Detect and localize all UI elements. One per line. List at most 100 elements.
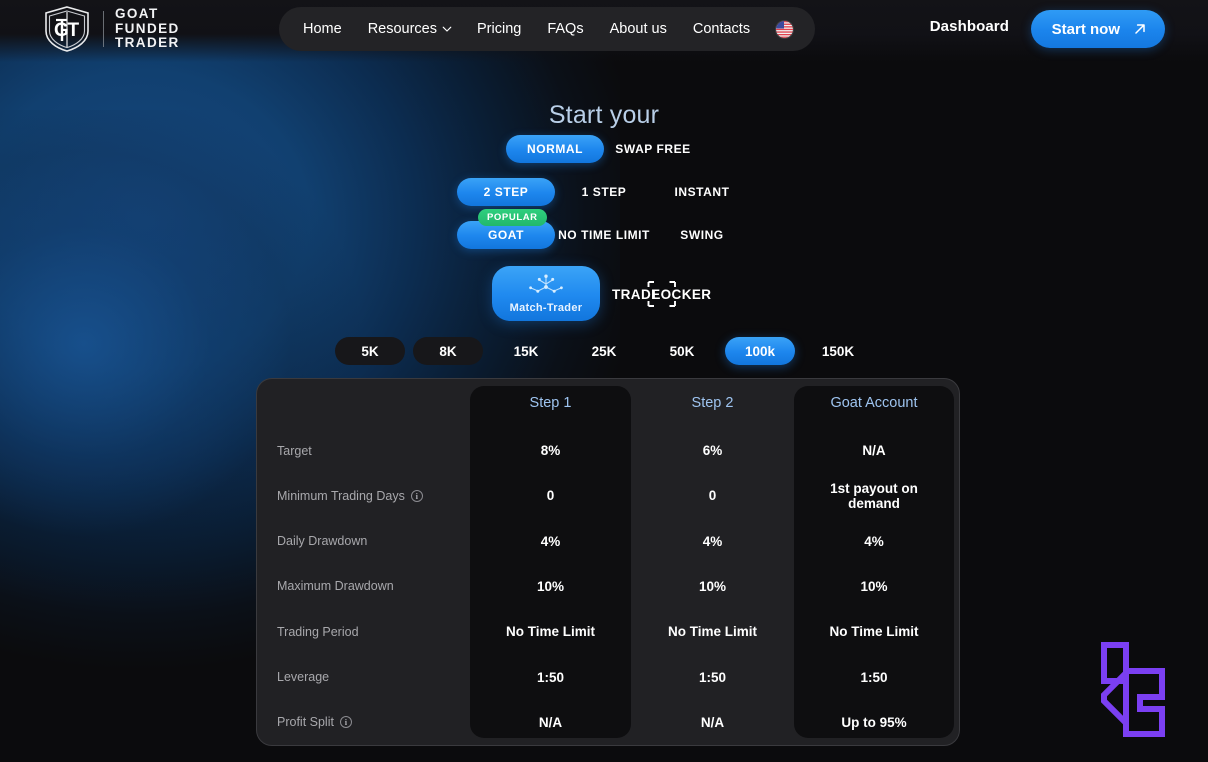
table-row: Daily Drawdown 4% 4% 4% [257, 519, 959, 564]
account-type-option-swap-free[interactable]: SWAP FREE [604, 135, 702, 163]
cell-min-days-step-1: 0 [546, 488, 555, 504]
svg-text:LOCKER: LOCKER [652, 287, 711, 302]
cell-max-dd-goat: 10% [860, 578, 888, 594]
nav-item-resources[interactable]: Resources [367, 21, 452, 37]
steps-option-1-step[interactable]: 1 STEP [555, 178, 653, 206]
cell-daily-dd-step-2: 4% [702, 533, 723, 549]
cell-profit-split-step-2: N/A [700, 714, 725, 730]
row-label-text: Profit Split [277, 715, 334, 730]
table-row: Maximum Drawdown 10% 10% 10% [257, 564, 959, 609]
cell-target-step-2: 6% [702, 443, 723, 459]
row-label-maximum-drawdown: Maximum Drawdown [257, 579, 470, 593]
plan-selector: GOAT NO TIME LIMIT SWING [0, 221, 1208, 249]
brand-logo[interactable]: G T GOAT FUNDED TRADER [42, 5, 180, 53]
row-label-text: Leverage [277, 670, 330, 685]
cell-min-days-goat: 1st payout on demand [830, 480, 918, 511]
nav-item-faqs[interactable]: FAQs [547, 21, 583, 37]
row-label-daily-drawdown: Daily Drawdown [257, 534, 470, 548]
table-row: Leverage 1:50 1:50 1:50 [257, 654, 959, 699]
cell-target-goat: N/A [862, 443, 886, 459]
start-now-label: Start now [1051, 20, 1120, 38]
nav-item-pricing[interactable]: Pricing [477, 21, 521, 37]
plan-option-swing[interactable]: SWING [653, 221, 751, 249]
header-cell-step-2: Step 2 [691, 395, 734, 411]
nav-label: Home [303, 21, 342, 37]
page-title: Start your [548, 101, 660, 129]
arrow-up-right-icon [1133, 22, 1147, 36]
header-cell-goat-account: Goat Account [830, 395, 918, 411]
row-label-text: Target [277, 443, 312, 458]
nav-label: FAQs [547, 21, 584, 37]
info-icon[interactable]: i [410, 489, 423, 502]
match-trader-icon [526, 273, 566, 300]
challenge-steps-selector: 2 STEP 1 STEP INSTANT [0, 178, 1208, 206]
nav-item-contacts[interactable]: Contacts [693, 21, 750, 37]
gft-shield-logo-icon: G T [42, 5, 92, 53]
size-option-150k[interactable]: 150K [803, 337, 873, 365]
cell-profit-split-goat: Up to 95% [841, 714, 907, 730]
brand-name: GOAT FUNDED TRADER [115, 6, 180, 51]
tradelocker-icon: TRADE LOCKER [612, 277, 712, 311]
cell-period-step-1: No Time Limit [505, 624, 595, 640]
nav-label: Contacts [692, 21, 751, 37]
platform-option-match-trader[interactable]: Match-Trader [492, 266, 600, 321]
row-label-trading-period: Trading Period [257, 625, 470, 639]
cell-target-step-1: 8% [540, 443, 561, 459]
size-option-100k[interactable]: 100k [725, 337, 795, 365]
account-type-selector: NORMAL SWAP FREE [0, 135, 1208, 163]
row-label-profit-split: Profit Split i [257, 715, 470, 729]
row-label-text: Daily Drawdown [277, 534, 368, 549]
cell-period-step-2: No Time Limit [667, 624, 757, 640]
steps-option-instant[interactable]: INSTANT [653, 178, 751, 206]
table-row: Target 8% 6% N/A [257, 428, 959, 473]
site-header: G T GOAT FUNDED TRADER Home Resources Pr [0, 0, 1208, 57]
cell-leverage-step-1: 1:50 [536, 669, 565, 685]
cell-profit-split-step-1: N/A [538, 714, 563, 730]
nav-label: Resources [367, 21, 437, 37]
platform-selector: Match-Trader TRADE LOCKER [0, 266, 1208, 321]
svg-text:T: T [68, 20, 80, 41]
nav-label: About us [609, 21, 667, 37]
platform-label: Match-Trader [509, 302, 583, 314]
nav-item-about-us[interactable]: About us [610, 21, 667, 37]
row-label-target: Target [257, 444, 470, 458]
steps-option-2-step[interactable]: 2 STEP [457, 178, 555, 206]
start-now-button[interactable]: Start now [1030, 10, 1165, 48]
main-navigation: Home Resources Pricing FAQs About us Con… [279, 7, 816, 51]
cell-daily-dd-goat: 4% [864, 533, 884, 549]
us-flag-icon[interactable] [776, 20, 794, 38]
row-label-minimum-trading-days: Minimum Trading Days i [257, 489, 470, 503]
table-row: Minimum Trading Days i 0 0 1st payout on… [257, 473, 959, 518]
platform-option-tradelocker[interactable]: TRADE LOCKER [608, 266, 716, 321]
logo-divider [103, 11, 104, 47]
table-header-row: Step 1 Step 2 Goat Account [257, 379, 959, 428]
table-row: Trading Period No Time Limit No Time Lim… [257, 609, 959, 654]
size-option-5k[interactable]: 5K [335, 337, 405, 365]
header-cell-step-1: Step 1 [529, 395, 572, 411]
row-label-leverage: Leverage [257, 670, 470, 684]
row-label-text: Maximum Drawdown [277, 579, 394, 594]
size-option-25k[interactable]: 25K [569, 337, 639, 365]
cell-min-days-step-2: 0 [708, 488, 717, 504]
dashboard-link[interactable]: Dashboard [930, 18, 1009, 35]
row-label-text: Minimum Trading Days [277, 488, 405, 503]
cell-max-dd-step-2: 10% [698, 578, 727, 594]
size-option-15k[interactable]: 15K [491, 337, 561, 365]
cell-leverage-goat: 1:50 [860, 669, 888, 685]
comparison-table: Step 1 Step 2 Goat Account Target 8% 6% … [256, 378, 960, 746]
account-size-selector: 5K 8K 15K 25K 50K 100k 150K [0, 337, 1208, 365]
size-option-8k[interactable]: 8K [413, 337, 483, 365]
popular-badge: POPULAR [478, 209, 547, 226]
nav-label: Pricing [477, 21, 522, 37]
plan-option-no-time-limit[interactable]: NO TIME LIMIT [555, 221, 653, 249]
cell-daily-dd-step-1: 4% [540, 533, 561, 549]
table-row: Profit Split i N/A N/A Up to 95% [257, 700, 959, 745]
size-option-50k[interactable]: 50K [647, 337, 717, 365]
account-type-option-normal[interactable]: NORMAL [506, 135, 604, 163]
chevron-down-icon [442, 24, 452, 33]
nav-item-home[interactable]: Home [303, 21, 342, 37]
info-icon[interactable]: i [339, 716, 352, 729]
cell-period-goat: No Time Limit [829, 624, 919, 640]
row-label-text: Trading Period [277, 624, 359, 639]
page-root: G T GOAT FUNDED TRADER Home Resources Pr [0, 0, 1208, 762]
